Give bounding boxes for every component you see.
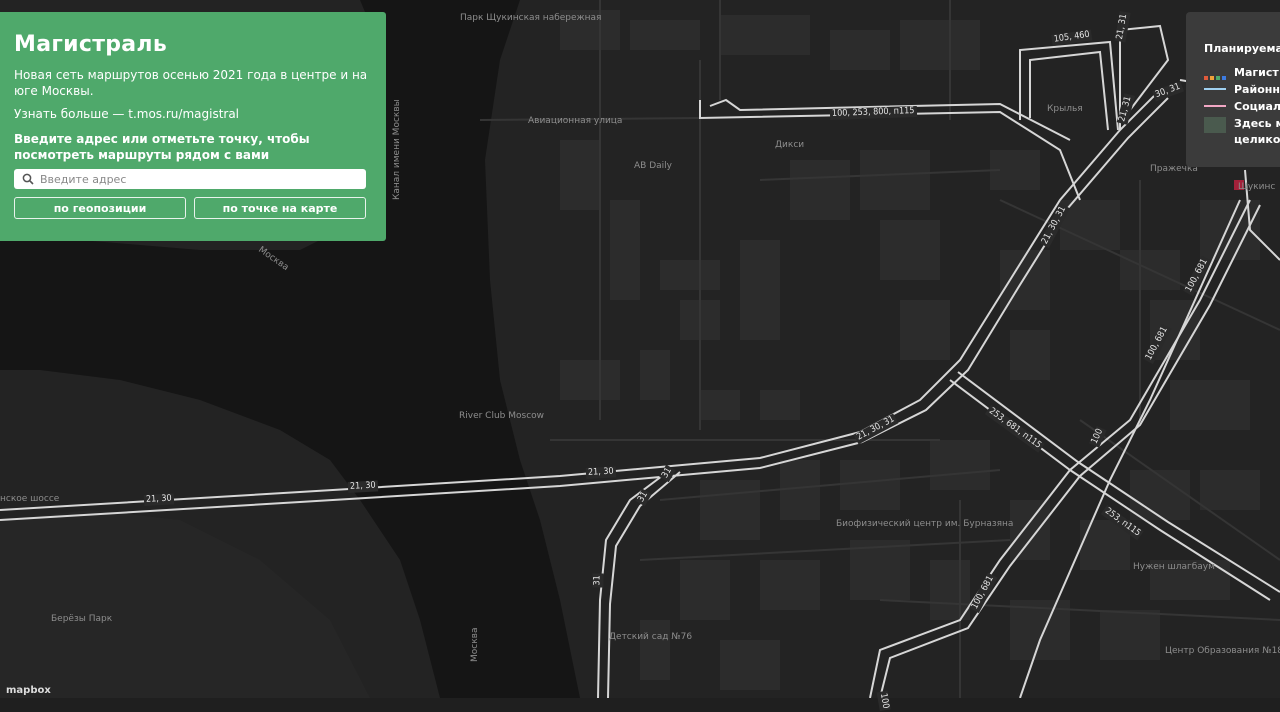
- route-label: 21, 30: [585, 466, 616, 479]
- info-panel: Магистраль Новая сеть маршрутов осенью 2…: [0, 12, 386, 241]
- social-swatch: [1204, 105, 1226, 107]
- place-label: Парк Щукинская набережная: [460, 13, 602, 23]
- mapbox-attribution[interactable]: mapbox: [6, 685, 51, 696]
- search-icon: [22, 173, 34, 185]
- learn-more-link[interactable]: Узнать больше — t.mos.ru/magistral: [14, 107, 372, 121]
- route-label: 31: [592, 573, 604, 588]
- place-label: Москва: [470, 627, 480, 662]
- place-label: нское шоссе: [0, 494, 60, 504]
- address-prompt: Введите адрес или отметьте точку, чтобы …: [14, 132, 310, 162]
- place-label: Биофизический центр им. Бурназяна: [836, 519, 1014, 529]
- route-label: 21, 30: [143, 493, 174, 506]
- geolocation-button[interactable]: по геопозиции: [14, 197, 186, 219]
- search-input[interactable]: [40, 169, 358, 189]
- legend-title: Планируема: [1204, 42, 1280, 55]
- search-box[interactable]: [14, 169, 366, 189]
- magistral-swatch: [1204, 70, 1226, 80]
- place-label: River Club Moscow: [459, 411, 545, 421]
- place-label: Нужен шлагбаум: [1133, 562, 1215, 572]
- route-label: 21, 30: [347, 480, 378, 493]
- district-swatch: [1204, 88, 1226, 90]
- place-label: AB Daily: [634, 161, 672, 171]
- place-label: Авиационная улица: [528, 116, 623, 126]
- panel-description: Новая сеть маршрутов осенью 2021 года в …: [14, 68, 368, 98]
- place-label: Крылья: [1047, 104, 1083, 114]
- place-label: Берёзы Парк: [51, 614, 113, 624]
- place-label: Дикси: [775, 140, 805, 150]
- place-label: Центр Образования №18: [1165, 646, 1280, 656]
- zone-swatch: [1204, 117, 1226, 133]
- panel-title: Магистраль: [14, 32, 168, 57]
- map-point-button[interactable]: по точке на карте: [194, 197, 366, 219]
- place-label: Канал имени Москвы: [392, 99, 402, 200]
- legend-panel: Планируема Магист Районн Социал Здесь м …: [1186, 12, 1280, 167]
- place-label: Детский сад №76: [609, 632, 693, 642]
- place-label: Щукинс: [1238, 182, 1276, 192]
